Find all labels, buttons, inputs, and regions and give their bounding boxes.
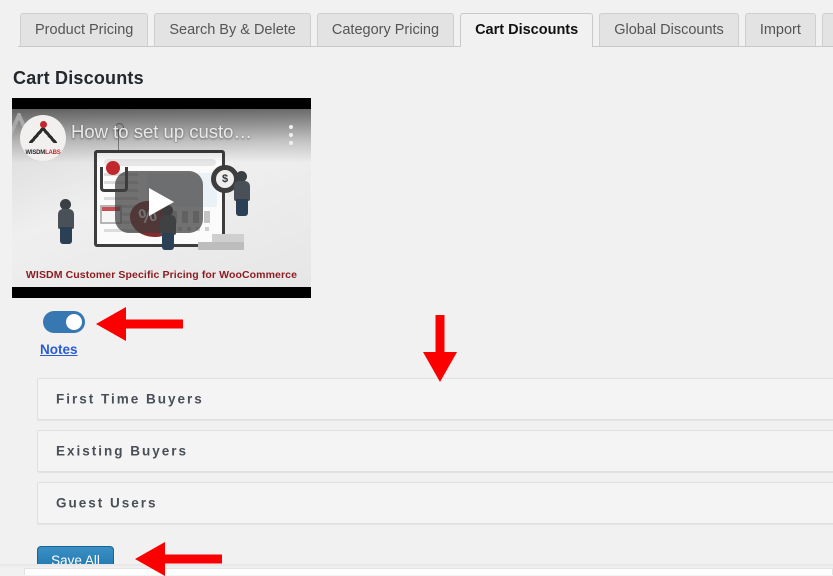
annotation-arrow-shaft [123, 319, 183, 329]
annotation-arrow-save [135, 542, 222, 576]
video-watermark-label: wisdm [13, 120, 19, 135]
tab-search-by-delete[interactable]: Search By & Delete [154, 13, 311, 47]
annotation-arrow-accordions [423, 315, 457, 382]
illustration-person-legs [60, 227, 72, 244]
tab-export[interactable]: Export [821, 13, 833, 47]
video-embed[interactable]: $ % WISDM Customer Specific Pricing for … [12, 98, 311, 298]
illustration-person-legs [236, 199, 248, 216]
tab-list: Product Pricing Search By & Delete Categ… [20, 13, 833, 47]
accordion-label: Guest Users [56, 495, 158, 511]
accordion-label: Existing Buyers [56, 443, 189, 459]
page-title: Cart Discounts [13, 68, 144, 88]
video-thumbnail: $ % WISDM Customer Specific Pricing for … [12, 109, 311, 287]
illustration-step-lower [198, 242, 244, 250]
annotation-arrow-shaft [162, 554, 222, 564]
tab-global-discounts[interactable]: Global Discounts [599, 13, 739, 47]
tab-import[interactable]: Import [744, 13, 816, 47]
illustration-person-body [58, 209, 74, 229]
tab-bar-divider [18, 46, 833, 47]
tab-cart-discounts[interactable]: Cart Discounts [460, 13, 594, 47]
annotation-arrow-head [423, 352, 457, 382]
notes-link[interactable]: Notes [40, 342, 78, 357]
kebab-dot [289, 125, 293, 129]
notes-toggle-knob [66, 314, 82, 330]
illustration-person-legs [162, 233, 174, 250]
accordion-first-time-buyers[interactable]: First Time Buyers [37, 378, 833, 420]
tab-bar: Product Pricing Search By & Delete Categ… [0, 0, 833, 48]
annotation-arrow-toggle [96, 307, 183, 341]
illustration-person-right [234, 171, 250, 216]
tab-category-pricing[interactable]: Category Pricing [316, 13, 455, 47]
notes-toggle[interactable] [43, 311, 85, 333]
kebab-menu-icon[interactable] [289, 125, 293, 149]
annotation-arrow-head [96, 307, 126, 341]
play-icon[interactable] [115, 171, 203, 233]
illustration-person-body [234, 181, 250, 201]
video-caption: WISDM Customer Specific Pricing for WooC… [25, 269, 298, 281]
accordion-label: First Time Buyers [56, 391, 204, 407]
kebab-dot [289, 141, 293, 145]
annotation-arrow-shaft [435, 315, 445, 355]
illustration-person-left [58, 199, 74, 244]
tab-product-pricing[interactable]: Product Pricing [20, 13, 149, 47]
channel-avatar-wordmark: WISDMLABS [25, 150, 61, 156]
channel-avatar[interactable]: WISDMLABS [20, 115, 66, 161]
accordion-existing-buyers[interactable]: Existing Buyers [37, 430, 833, 472]
channel-avatar-dot-icon [40, 121, 47, 128]
annotation-arrow-head [135, 542, 165, 576]
video-title[interactable]: How to set up custo… [71, 121, 271, 143]
accordion-guest-users[interactable]: Guest Users [37, 482, 833, 524]
kebab-dot [289, 133, 293, 137]
channel-avatar-chevron-icon [29, 127, 57, 143]
